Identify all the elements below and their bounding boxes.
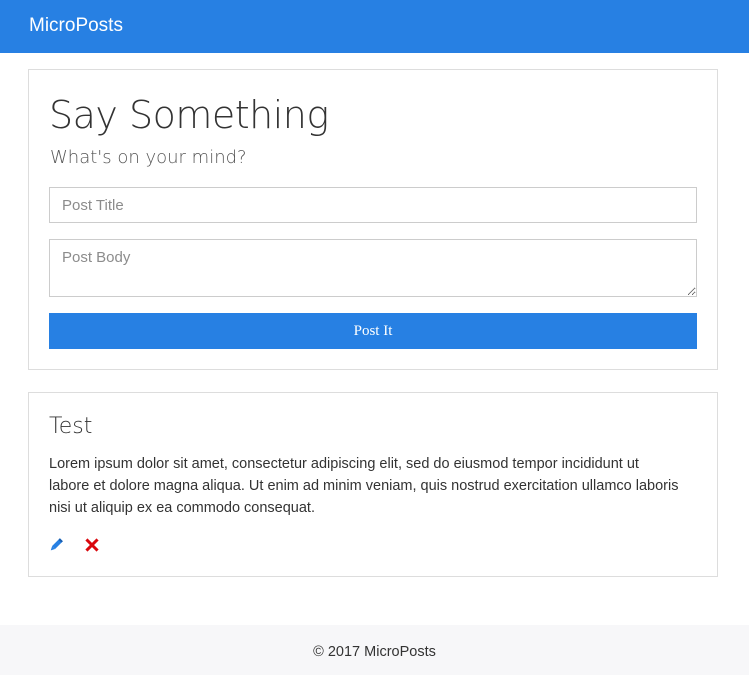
post-card: Test Lorem ipsum dolor sit amet, consect…	[28, 392, 718, 577]
post-form-card: Say Something What's on your mind? Post …	[28, 69, 718, 370]
post-title: Test	[49, 414, 93, 439]
post-body-textarea[interactable]	[49, 239, 697, 297]
edit-post-button[interactable]	[47, 536, 67, 556]
delete-post-button[interactable]	[83, 536, 103, 556]
brand-link[interactable]: MicroPosts	[29, 15, 123, 37]
footer: © 2017 MicroPosts	[0, 625, 749, 675]
post-it-button[interactable]: Post It	[49, 313, 697, 349]
post-body: Lorem ipsum dolor sit amet, consectetur …	[49, 456, 679, 516]
footer-copyright: © 2017 MicroPosts	[313, 644, 436, 660]
form-subtitle: What's on your mind?	[50, 147, 247, 168]
post-title-input[interactable]	[49, 187, 697, 223]
navbar: MicroPosts	[0, 0, 749, 53]
form-title: Say Something	[49, 93, 329, 137]
remove-x-icon	[85, 538, 99, 552]
pencil-icon	[50, 538, 63, 551]
